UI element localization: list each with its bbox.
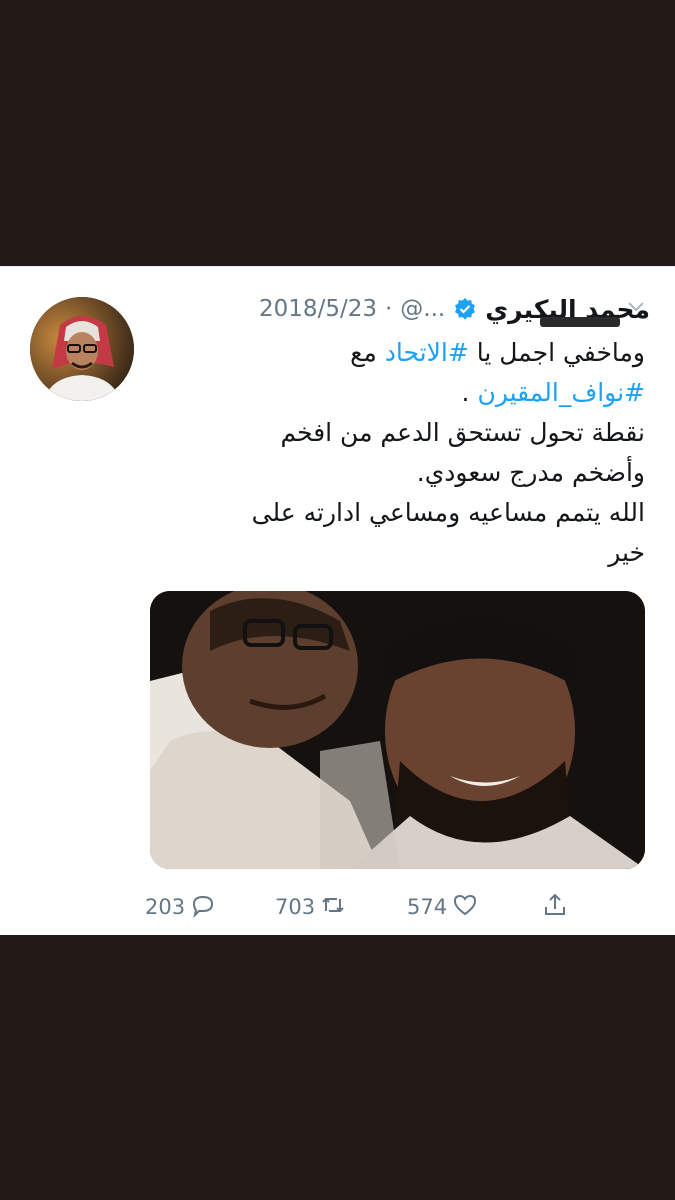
verified-badge-icon (453, 297, 477, 321)
retweet-count: 703 (275, 895, 316, 919)
reply-button[interactable]: 203 (145, 889, 217, 925)
retweet-button[interactable]: 703 (275, 889, 347, 925)
tweet-text: وماخفي اجمل يا #الاتحاد مع #نواف_المقيرن… (150, 333, 645, 573)
avatar[interactable] (30, 297, 134, 401)
tweet-line: خير (608, 538, 645, 567)
like-button[interactable]: 574 (407, 889, 479, 925)
retweet-icon (319, 891, 347, 924)
share-button[interactable] (541, 889, 569, 925)
tweet-photo[interactable] (150, 591, 645, 869)
like-count: 574 (407, 895, 448, 919)
tweet-line: وماخفي اجمل يا #الاتحاد مع (150, 333, 645, 373)
hashtag-link[interactable]: #نواف_المقيرن (477, 378, 645, 407)
tweet-line: الله يتمم مساعيه ومساعي ادارته على (251, 498, 645, 527)
hashtag-link[interactable]: #الاتحاد (385, 338, 469, 367)
heart-icon (451, 891, 479, 924)
tweet-actions: 203 703 574 (145, 889, 585, 925)
date-redaction-mark (540, 317, 620, 327)
text-segment: وماخفي اجمل يا (468, 338, 645, 367)
tweet-line: نقطة تحول تستحق الدعم من افخم (280, 418, 645, 447)
tweet-date-text: 2018/5/23 (259, 296, 377, 322)
author-handle[interactable]: @... (400, 296, 445, 322)
reply-icon (189, 891, 217, 924)
tweet-line: #نواف_المقيرن . (150, 373, 645, 413)
share-icon (541, 891, 569, 924)
tweet-date[interactable]: 2018/5/23 (259, 296, 377, 322)
text-segment: مع (350, 338, 385, 367)
reply-count: 203 (145, 895, 186, 919)
tweet-line: وأضخم مدرج سعودي. (416, 458, 645, 487)
text-segment: . (461, 378, 478, 407)
chevron-down-icon[interactable] (626, 299, 646, 313)
separator-dot: · (384, 296, 393, 322)
tweet-card[interactable]: محمد البكيري @... · 2018/5/23 وماخفي اجم… (0, 266, 675, 935)
